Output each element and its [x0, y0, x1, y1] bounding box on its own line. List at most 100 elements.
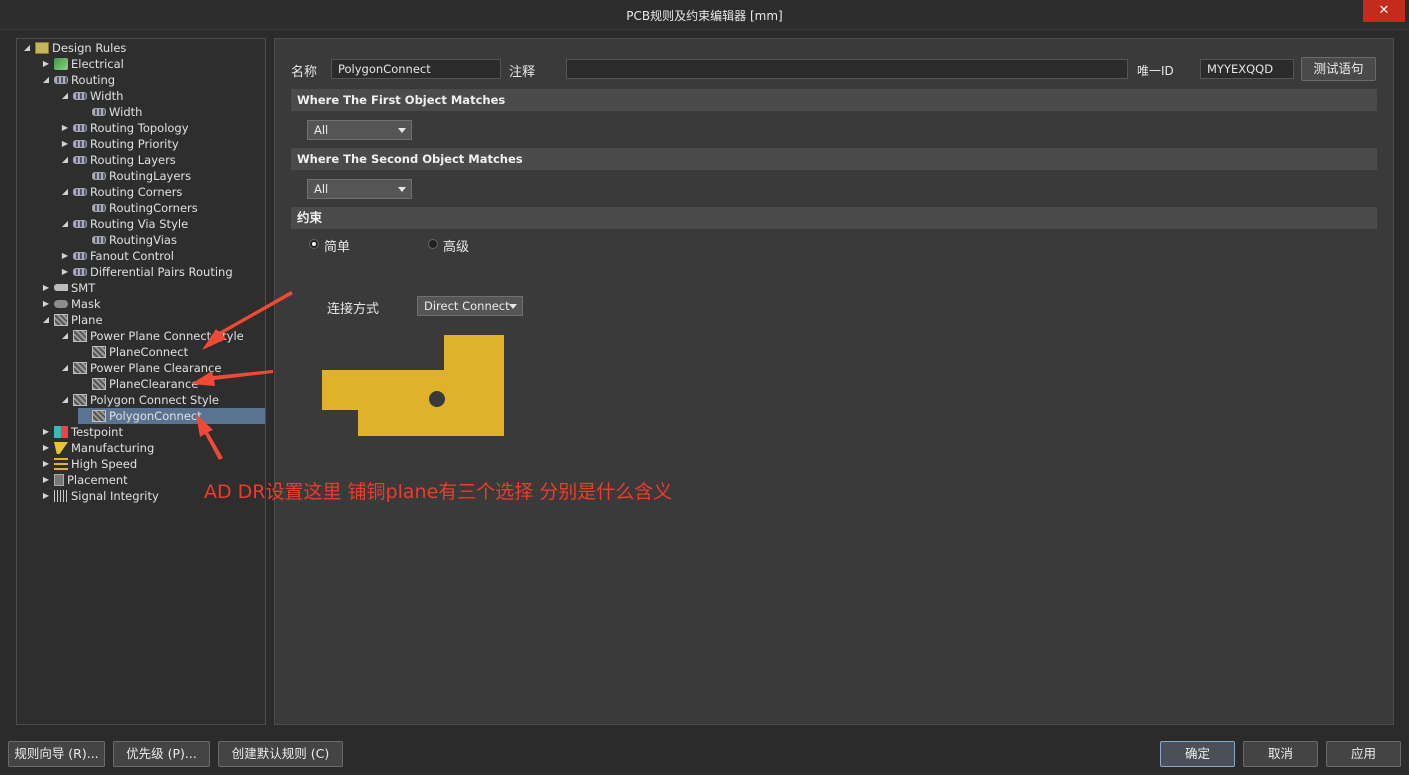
rule-icon [92, 172, 106, 180]
tree-item[interactable]: ◢ Polygon Connect Style [59, 392, 219, 408]
tree-item[interactable]: ▶ Electrical [40, 56, 124, 72]
collapse-arrow-icon[interactable]: ◢ [59, 184, 71, 200]
expand-arrow-icon[interactable]: ▶ [40, 56, 52, 72]
rule-icon [92, 204, 106, 212]
first-match-header: Where The First Object Matches [291, 89, 1377, 111]
rule-icon [54, 76, 68, 84]
create-default-rules-button[interactable]: 创建默认规则 (C) [218, 741, 343, 767]
smt-icon [54, 284, 68, 291]
expand-arrow-icon[interactable]: ▶ [40, 424, 52, 440]
rule-icon [73, 140, 87, 148]
expand-arrow-icon[interactable]: ▶ [40, 280, 52, 296]
rule-icon [73, 252, 87, 260]
test-query-button[interactable]: 测试语句 [1301, 57, 1376, 81]
collapse-arrow-icon[interactable]: ◢ [59, 328, 71, 344]
tree-item-label: High Speed [71, 457, 138, 471]
simple-radio-label[interactable]: 简单 [324, 236, 350, 255]
signal-integrity-icon [54, 490, 68, 502]
tree-item[interactable]: PolygonConnect [78, 408, 265, 424]
second-match-dropdown[interactable]: All [307, 179, 412, 199]
ok-button[interactable]: 确定 [1160, 741, 1235, 767]
tree-item[interactable]: PlaneConnect [78, 344, 188, 360]
plane-icon [73, 330, 87, 342]
collapse-arrow-icon[interactable]: ◢ [40, 312, 52, 328]
tree-item[interactable]: ▶ Differential Pairs Routing [59, 264, 233, 280]
tree-item[interactable]: ▶ SMT [40, 280, 95, 296]
tree-item[interactable]: ▶ Routing Topology [59, 120, 189, 136]
plane-icon [92, 378, 106, 390]
first-match-dropdown[interactable]: All [307, 120, 412, 140]
priority-button[interactable]: 优先级 (P)... [113, 741, 210, 767]
tree-item[interactable]: ◢ Plane [40, 312, 103, 328]
tree-item-label: PlaneConnect [109, 345, 189, 359]
via-pad [429, 391, 445, 407]
tree-item-label: Placement [67, 473, 128, 487]
simple-radio[interactable] [309, 239, 319, 249]
expand-arrow-icon[interactable]: ▶ [59, 264, 71, 280]
collapse-arrow-icon[interactable]: ◢ [40, 72, 52, 88]
expand-arrow-icon[interactable]: ▶ [59, 136, 71, 152]
chevron-down-icon [398, 128, 406, 133]
expand-arrow-icon[interactable]: ▶ [59, 120, 71, 136]
tree-item[interactable]: RoutingCorners [78, 200, 198, 216]
tree-item[interactable]: ▶ High Speed [40, 456, 137, 472]
apply-button[interactable]: 应用 [1326, 741, 1401, 767]
tree-item[interactable]: ▶ Fanout Control [59, 248, 174, 264]
expand-arrow-icon[interactable]: ▶ [40, 456, 52, 472]
cancel-button[interactable]: 取消 [1243, 741, 1318, 767]
tree-item[interactable]: ▶ Mask [40, 296, 101, 312]
tree-item[interactable]: RoutingVias [78, 232, 177, 248]
plane-icon [54, 314, 68, 326]
connect-style-label: 连接方式 [327, 302, 380, 317]
tree-item[interactable]: ◢ Power Plane Clearance [59, 360, 222, 376]
expand-arrow-icon[interactable]: ▶ [40, 488, 52, 504]
tree-item-label: Routing Layers [90, 153, 176, 167]
tree-item[interactable]: ▶ Manufacturing [40, 440, 154, 456]
connect-style-value: Direct Connect [424, 299, 510, 313]
tree-item[interactable]: PlaneClearance [78, 376, 198, 392]
tree-item-label: Differential Pairs Routing [90, 265, 233, 279]
expand-arrow-icon[interactable]: ▶ [40, 440, 52, 456]
collapse-arrow-icon[interactable]: ◢ [59, 392, 71, 408]
tree-item[interactable]: ▶ Placement [40, 472, 128, 488]
collapse-arrow-icon[interactable]: ◢ [59, 152, 71, 168]
rules-tree[interactable]: ◢ Design Rules ▶ Electrical ◢ Routing ◢ Width Wi… [16, 38, 266, 725]
advanced-radio-label[interactable]: 高级 [443, 236, 469, 255]
tree-item[interactable]: ◢ Width [59, 88, 124, 104]
tree-item[interactable]: ◢ Routing [40, 72, 115, 88]
advanced-radio[interactable] [428, 239, 438, 249]
tree-item[interactable]: ◢ Power Plane Connect Style [59, 328, 244, 344]
tree-item[interactable]: ◢ Design Rules [21, 40, 126, 56]
expand-arrow-icon[interactable]: ▶ [59, 248, 71, 264]
tree-item-label: Signal Integrity [71, 489, 159, 503]
expand-arrow-icon[interactable]: ▶ [40, 472, 52, 488]
tree-item[interactable]: ▶ Routing Priority [59, 136, 179, 152]
close-button[interactable]: ✕ [1363, 0, 1405, 22]
tree-item[interactable]: ◢ Routing Corners [59, 184, 183, 200]
comment-field[interactable] [566, 59, 1128, 79]
collapse-arrow-icon[interactable]: ◢ [21, 40, 33, 56]
tree-item[interactable]: RoutingLayers [78, 168, 191, 184]
tree-item[interactable]: ▶ Testpoint [40, 424, 123, 440]
tree-item[interactable]: Width [78, 104, 142, 120]
tree-item-label: RoutingCorners [109, 201, 198, 215]
high-speed-icon [54, 458, 68, 470]
placement-icon [54, 474, 64, 486]
constraint-header: 约束 [291, 207, 1377, 229]
tree-item-label: Width [109, 105, 143, 119]
unique-id-field[interactable]: MYYEXQQD [1200, 59, 1294, 79]
plane-icon [73, 362, 87, 374]
plane-icon [92, 410, 106, 422]
tree-item[interactable]: ◢ Routing Via Style [59, 216, 188, 232]
collapse-arrow-icon[interactable]: ◢ [59, 216, 71, 232]
connect-style-dropdown[interactable]: Direct Connect [417, 296, 523, 316]
tree-item[interactable]: ▶ Signal Integrity [40, 488, 159, 504]
expand-arrow-icon[interactable]: ▶ [40, 296, 52, 312]
rule-editor-panel: 名称 PolygonConnect 注释 唯一ID MYYEXQQD 测试语句 … [274, 38, 1394, 725]
rule-icon [73, 268, 87, 276]
name-field[interactable]: PolygonConnect [331, 59, 501, 79]
collapse-arrow-icon[interactable]: ◢ [59, 360, 71, 376]
rule-wizard-button[interactable]: 规则向导 (R)... [8, 741, 105, 767]
collapse-arrow-icon[interactable]: ◢ [59, 88, 71, 104]
tree-item[interactable]: ◢ Routing Layers [59, 152, 176, 168]
